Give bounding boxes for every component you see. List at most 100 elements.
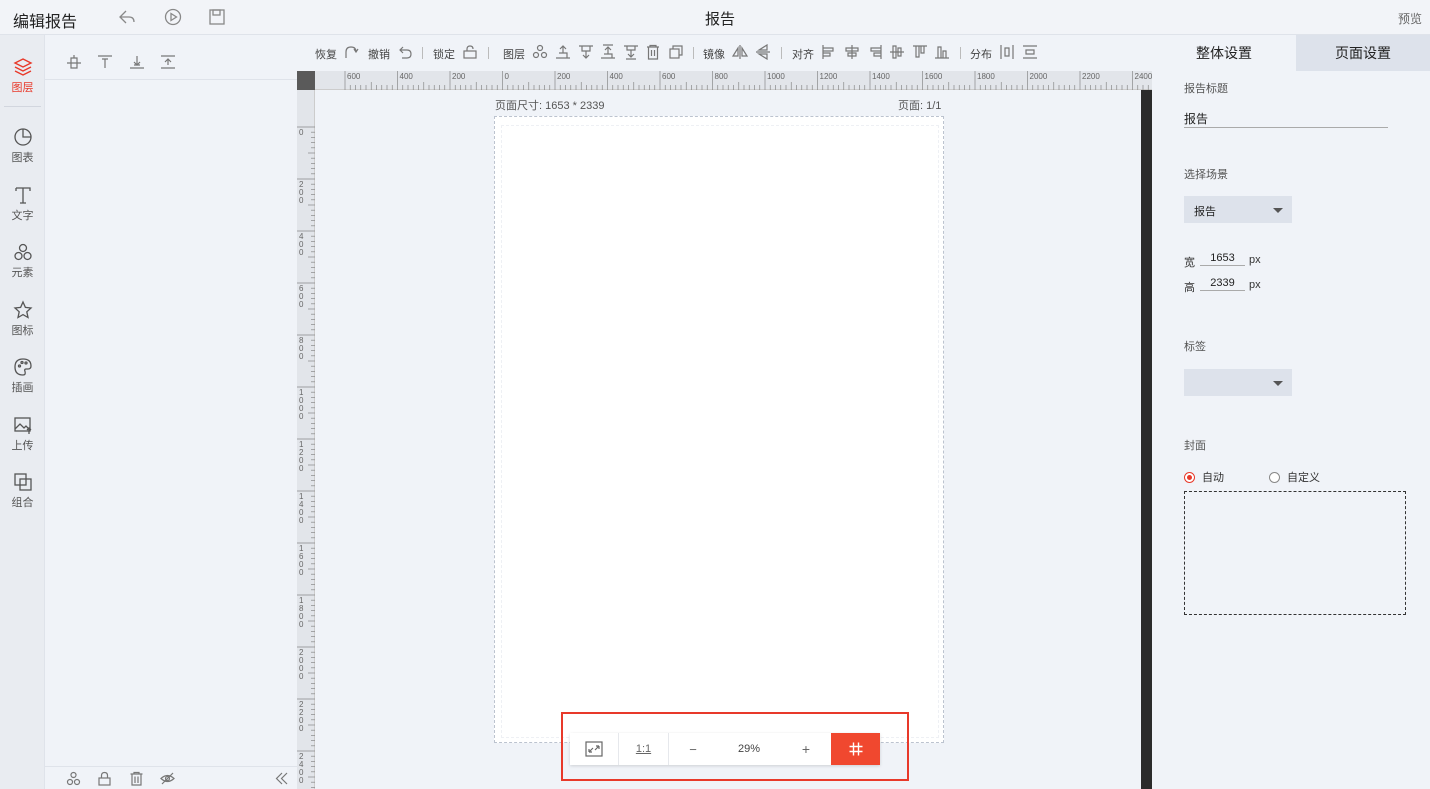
bring-forward-icon[interactable] bbox=[555, 44, 571, 60]
ruler-label: 0 bbox=[299, 620, 304, 629]
nav-item-illustration[interactable]: 插画 bbox=[0, 351, 45, 403]
align-top-icon[interactable] bbox=[97, 54, 113, 70]
lock-toggle-icon[interactable] bbox=[462, 44, 478, 60]
nav-item-icons[interactable]: 图标 bbox=[0, 294, 45, 346]
canvas-scrollbar[interactable] bbox=[1141, 90, 1152, 789]
ruler-label: 400 bbox=[400, 72, 414, 81]
flip-vertical-icon[interactable] bbox=[755, 44, 771, 60]
delete-icon[interactable] bbox=[129, 771, 144, 786]
ruler-label: 0 bbox=[299, 724, 304, 733]
mirror-label[interactable]: 镜像 bbox=[703, 46, 725, 62]
layer-label[interactable]: 图层 bbox=[503, 46, 525, 62]
cover-upload-area[interactable] bbox=[1184, 491, 1406, 615]
chevron-down-icon bbox=[1273, 208, 1283, 213]
layer-group-icon[interactable] bbox=[532, 44, 548, 60]
play-icon[interactable] bbox=[163, 7, 183, 27]
report-title-input[interactable] bbox=[1184, 110, 1388, 128]
align-left-icon[interactable] bbox=[821, 44, 837, 60]
tag-label: 标签 bbox=[1184, 341, 1206, 353]
ruler-label: 2400 bbox=[1135, 72, 1153, 81]
send-to-back-icon[interactable] bbox=[623, 44, 639, 60]
ruler-label: 0 bbox=[299, 568, 304, 577]
nav-label-layers: 图层 bbox=[11, 82, 34, 94]
fit-screen-button[interactable] bbox=[570, 733, 618, 765]
cover-auto-label: 自动 bbox=[1202, 472, 1224, 484]
preview-button[interactable]: 预览 bbox=[1398, 10, 1422, 27]
toolbar-divider bbox=[488, 47, 489, 59]
report-title-label: 报告标题 bbox=[1184, 83, 1228, 95]
scene-label: 选择场景 bbox=[1184, 169, 1228, 181]
ruler-label: 200 bbox=[452, 72, 466, 81]
lock-label[interactable]: 锁定 bbox=[433, 46, 455, 62]
shapes-icon bbox=[13, 243, 32, 261]
align-right-icon[interactable] bbox=[867, 44, 883, 60]
send-backward-icon[interactable] bbox=[578, 44, 594, 60]
undo-icon[interactable] bbox=[397, 44, 413, 60]
collapse-icon[interactable] bbox=[274, 771, 289, 786]
nav-item-text[interactable]: 文字 bbox=[0, 179, 45, 231]
actual-size-button[interactable]: 1:1 bbox=[619, 733, 668, 765]
nav-label-combine: 组合 bbox=[11, 497, 34, 509]
ruler-label: 1000 bbox=[767, 72, 785, 81]
radio-unchecked-icon bbox=[1269, 471, 1280, 483]
lock-icon[interactable] bbox=[97, 771, 112, 786]
zoom-out-button[interactable]: − bbox=[669, 733, 717, 765]
cover-custom-radio[interactable]: 自定义 bbox=[1269, 469, 1320, 485]
distribute-horizontal-icon[interactable] bbox=[999, 44, 1015, 60]
share-icon[interactable] bbox=[117, 7, 137, 27]
nav-item-combine[interactable]: 组合 bbox=[0, 466, 45, 518]
width-input[interactable] bbox=[1200, 250, 1245, 266]
duplicate-icon[interactable] bbox=[668, 44, 684, 60]
tab-global-settings[interactable]: 整体设置 bbox=[1152, 35, 1296, 71]
group-icon[interactable] bbox=[66, 771, 81, 786]
nav-label-icons: 图标 bbox=[11, 325, 34, 337]
align-hcenter-icon[interactable] bbox=[844, 44, 860, 60]
align-vcenter-icon[interactable] bbox=[66, 54, 82, 70]
undo-label[interactable]: 撤销 bbox=[368, 46, 390, 62]
zoom-in-button[interactable]: + bbox=[781, 733, 831, 765]
cover-auto-radio[interactable]: 自动 bbox=[1184, 469, 1224, 485]
align-middle-icon[interactable] bbox=[889, 44, 905, 60]
nav-label-text: 文字 bbox=[11, 210, 34, 222]
page-margin-guide bbox=[501, 125, 939, 738]
radio-checked-icon bbox=[1184, 471, 1195, 483]
layers-icon bbox=[12, 58, 33, 76]
delete-layer-icon[interactable] bbox=[645, 44, 661, 60]
star-icon bbox=[12, 300, 33, 319]
left-nav: 图层 图表 文字 元素 图标 插画 上传 组合 bbox=[0, 35, 45, 789]
bring-up-icon[interactable] bbox=[160, 54, 176, 70]
redo-label[interactable]: 恢复 bbox=[315, 46, 337, 62]
align-top-edge-icon[interactable] bbox=[912, 44, 928, 60]
zoom-bar: 1:1 − 29% + bbox=[570, 733, 880, 765]
combine-icon bbox=[13, 473, 32, 491]
redo-icon[interactable] bbox=[343, 44, 359, 60]
layer-tools bbox=[45, 35, 297, 80]
bring-to-front-icon[interactable] bbox=[600, 44, 616, 60]
flip-horizontal-icon[interactable] bbox=[732, 44, 748, 60]
ruler-label: 0 bbox=[505, 72, 510, 81]
distribute-vertical-icon[interactable] bbox=[1022, 44, 1038, 60]
layer-panel bbox=[45, 35, 297, 789]
align-bottom-icon[interactable] bbox=[129, 54, 145, 70]
report-page[interactable] bbox=[494, 116, 944, 743]
tab-page-settings[interactable]: 页面设置 bbox=[1296, 35, 1430, 71]
align-label[interactable]: 对齐 bbox=[792, 46, 814, 62]
nav-divider bbox=[4, 106, 41, 107]
ruler-label: 0 bbox=[299, 352, 304, 361]
zoom-level: 29% bbox=[737, 743, 761, 755]
align-bottom-edge-icon[interactable] bbox=[934, 44, 950, 60]
nav-item-layers[interactable]: 图层 bbox=[0, 51, 45, 103]
save-icon[interactable] bbox=[207, 7, 227, 27]
hide-icon[interactable] bbox=[160, 771, 175, 786]
app-title: 编辑报告 bbox=[13, 14, 78, 31]
ruler-corner bbox=[297, 71, 315, 90]
distribute-label[interactable]: 分布 bbox=[970, 46, 992, 62]
nav-item-elements[interactable]: 元素 bbox=[0, 236, 45, 288]
nav-label-upload: 上传 bbox=[11, 440, 34, 452]
nav-item-upload[interactable]: 上传 bbox=[0, 409, 45, 461]
nav-item-chart[interactable]: 图表 bbox=[0, 121, 45, 173]
scene-select[interactable]: 报告 bbox=[1184, 196, 1292, 223]
tag-select[interactable] bbox=[1184, 369, 1292, 396]
grid-toggle-button[interactable] bbox=[831, 733, 880, 765]
height-input[interactable] bbox=[1200, 275, 1245, 291]
